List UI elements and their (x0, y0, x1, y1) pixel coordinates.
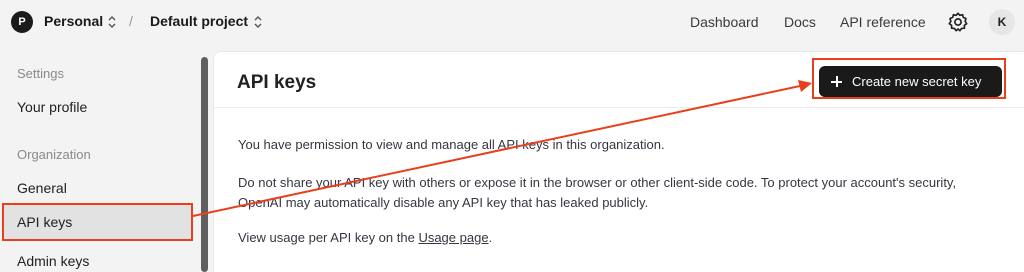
usage-page-link[interactable]: Usage page (418, 230, 488, 245)
project-switcher[interactable]: Default project (150, 13, 248, 29)
usage-text-prefix: View usage per API key on the (238, 230, 419, 245)
create-secret-key-label: Create new secret key (852, 74, 982, 89)
gear-icon[interactable] (947, 11, 969, 33)
nav-api-reference[interactable]: API reference (840, 14, 926, 30)
create-secret-key-button[interactable]: Create new secret key (819, 66, 1002, 97)
sidebar-item-api-keys[interactable]: API keys (3, 205, 192, 240)
sidebar-item-general[interactable]: General (17, 180, 67, 196)
top-navigation-bar: P Personal / Default project Dashboard D… (0, 0, 1024, 44)
usage-text-suffix: . (488, 230, 493, 245)
user-avatar[interactable]: K (989, 9, 1015, 35)
sidebar-scrollbar[interactable] (201, 57, 208, 272)
breadcrumb-separator: / (129, 13, 133, 29)
chevron-updown-icon[interactable] (253, 15, 263, 29)
header-divider (214, 107, 1024, 108)
usage-text: View usage per API key on the Usage page… (238, 228, 998, 248)
sidebar-section-organization: Organization (17, 147, 91, 162)
sidebar-item-your-profile[interactable]: Your profile (17, 99, 87, 115)
plus-icon (831, 76, 842, 87)
chevron-updown-icon[interactable] (107, 15, 117, 29)
org-avatar[interactable]: P (11, 11, 33, 33)
sidebar-item-admin-keys[interactable]: Admin keys (17, 253, 89, 269)
page-title: API keys (237, 72, 317, 93)
org-switcher[interactable]: Personal (44, 13, 103, 29)
nav-dashboard[interactable]: Dashboard (690, 14, 759, 30)
permission-text: You have permission to view and manage a… (238, 137, 665, 152)
security-warning-text: Do not share your API key with others or… (238, 175, 957, 210)
nav-docs[interactable]: Docs (784, 14, 816, 30)
main-panel: API keys Create new secret key You have … (213, 51, 1024, 272)
sidebar-section-settings: Settings (17, 66, 64, 81)
